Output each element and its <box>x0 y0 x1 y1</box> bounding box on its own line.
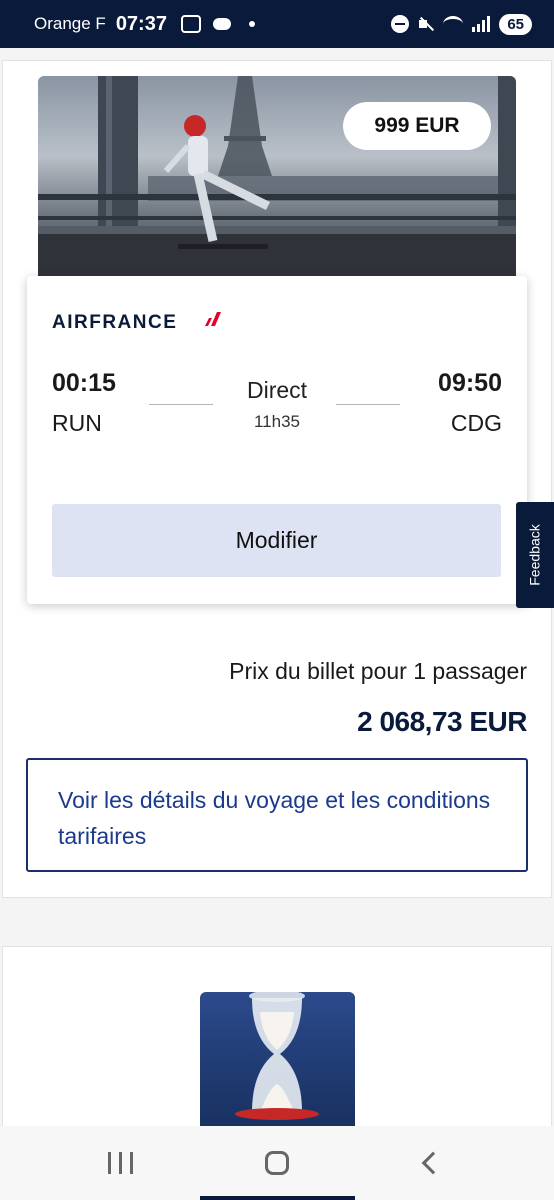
back-icon <box>421 1151 445 1175</box>
airline-logo-slash-icon <box>205 312 221 326</box>
clock: 07:37 <box>115 12 167 35</box>
modify-button[interactable]: Modifier <box>52 504 501 577</box>
arrival-time: 09:50 <box>438 369 502 397</box>
carrier-name: Orange F <box>34 14 106 33</box>
fare-label: Prix du billet pour 1 passager <box>229 658 527 684</box>
recent-apps-button[interactable] <box>65 1126 175 1200</box>
wifi-icon <box>443 16 464 32</box>
battery-indicator: 65 <box>499 13 532 35</box>
arrival-airport: CDG <box>450 410 502 436</box>
back-button[interactable] <box>375 1126 485 1200</box>
signal-icon <box>472 16 491 32</box>
status-bar: Orange F 07:37 65 <box>0 0 554 48</box>
hourglass-image <box>200 992 355 1132</box>
notification-dot-icon <box>248 21 255 27</box>
scroll-indicator <box>200 1196 355 1200</box>
fare-amount: 2 068,73 EUR <box>357 706 527 737</box>
home-button[interactable] <box>222 1126 332 1200</box>
weather-icon <box>212 18 231 30</box>
home-icon <box>265 1151 289 1175</box>
mute-icon <box>418 16 434 32</box>
route-line-left <box>149 404 213 405</box>
trip-details-link[interactable]: Voir les détails du voyage et les condit… <box>26 758 528 872</box>
hourglass-illustration <box>235 992 319 1120</box>
airline-logo: AIRFRANCE <box>52 312 178 333</box>
route-line-right <box>336 404 400 405</box>
feedback-label: Feedback <box>527 524 544 586</box>
screenshot-icon <box>180 15 201 33</box>
android-nav-bar <box>0 1126 554 1200</box>
flight-card: AIRFRANCE 00:15 RUN Direct 11h35 09:50 C… <box>27 276 527 604</box>
price-badge: 999 EUR <box>343 102 491 150</box>
do-not-disturb-icon <box>391 15 410 33</box>
feedback-tab[interactable]: Feedback <box>516 502 554 608</box>
